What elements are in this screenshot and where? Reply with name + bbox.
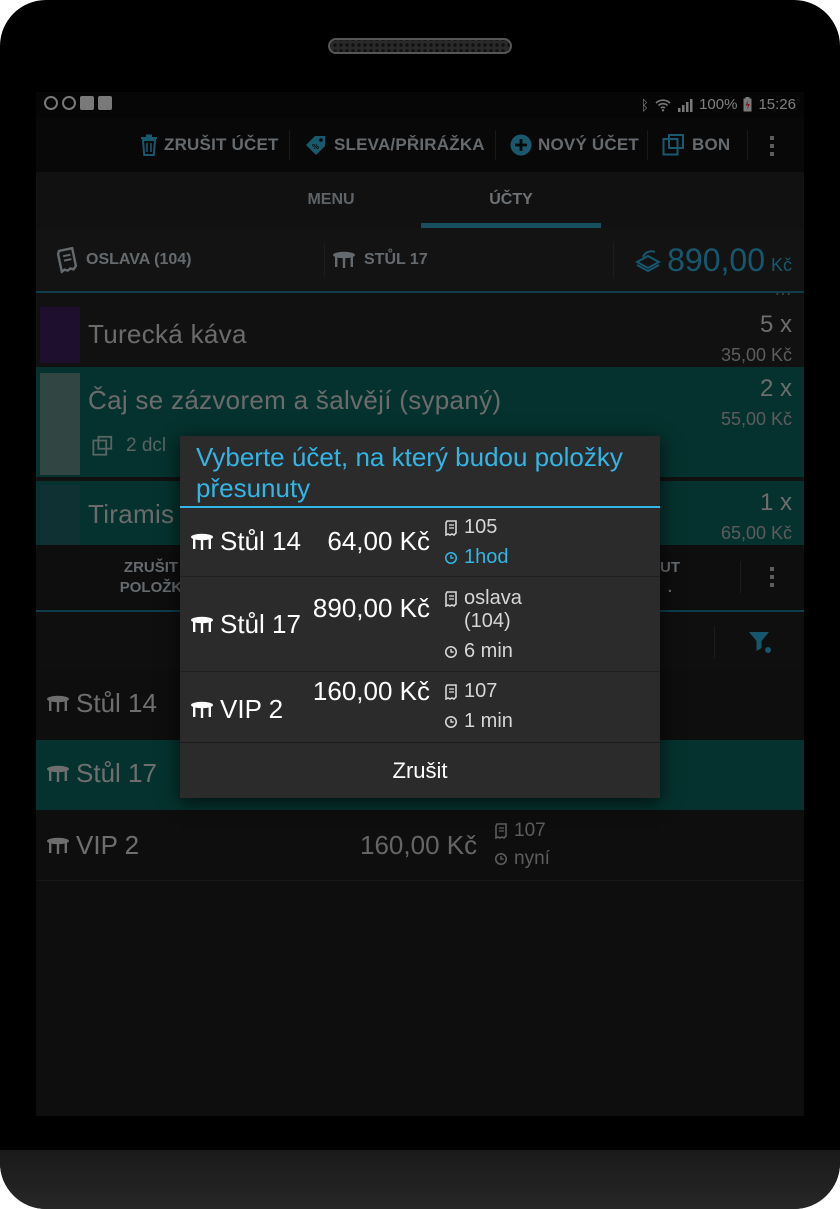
option-bill: 107: [444, 680, 497, 703]
option-time-label: 1 min: [464, 710, 513, 732]
option-table: Stůl 17: [190, 609, 301, 640]
screen: ᛒ 100% 15:26 ZRUŠIT ÚČET % SLEVA/PŘIRÁŽK…: [36, 92, 804, 1116]
speaker-grille: [328, 38, 512, 54]
tablet-frame: ᛒ 100% 15:26 ZRUŠIT ÚČET % SLEVA/PŘIRÁŽK…: [0, 0, 840, 1209]
clock-icon: [444, 551, 458, 565]
option-bill: oslava (104): [444, 587, 544, 633]
dialog-account-option[interactable]: Stůl 14 64,00 Kč 105 1hod: [180, 508, 660, 577]
option-amount: 890,00 Kč: [312, 593, 430, 623]
option-table-label: Stůl 17: [220, 609, 301, 639]
receipt-icon: [444, 591, 458, 607]
option-table: VIP 2: [190, 694, 283, 725]
clock-icon: [444, 645, 458, 659]
receipt-icon: [444, 684, 458, 700]
option-amount: 64,00 Kč: [327, 526, 430, 556]
option-time: 6 min: [444, 640, 513, 663]
bottom-bezel: [0, 1150, 840, 1209]
option-bill-label: 105: [464, 516, 498, 538]
option-time-label: 6 min: [464, 640, 513, 662]
option-bill-label: 107: [464, 680, 498, 702]
dialog-cancel-button[interactable]: Zrušit: [180, 742, 660, 799]
option-table-label: VIP 2: [220, 694, 284, 724]
receipt-icon: [444, 520, 458, 536]
option-time: 1 min: [444, 710, 513, 733]
option-time: 1hod: [444, 546, 509, 569]
dialog-title: Vyberte účet, na který budou položky pře…: [196, 442, 623, 503]
option-bill: 105: [444, 516, 497, 539]
option-table: Stůl 14: [190, 526, 301, 557]
clock-icon: [444, 715, 458, 729]
option-time-label: 1hod: [464, 546, 509, 568]
table-icon: [190, 533, 214, 551]
table-icon: [190, 616, 214, 634]
option-amount: 160,00 Kč: [312, 676, 430, 706]
table-icon: [190, 701, 214, 719]
move-items-dialog: Vyberte účet, na který budou položky pře…: [180, 436, 660, 798]
dialog-account-option[interactable]: VIP 2 160,00 Kč 107 1 min: [180, 672, 660, 742]
option-table-label: Stůl 14: [220, 526, 301, 556]
dialog-account-option[interactable]: Stůl 17 890,00 Kč oslava (104) 6 min: [180, 577, 660, 672]
option-bill-label: oslava (104): [464, 587, 522, 632]
